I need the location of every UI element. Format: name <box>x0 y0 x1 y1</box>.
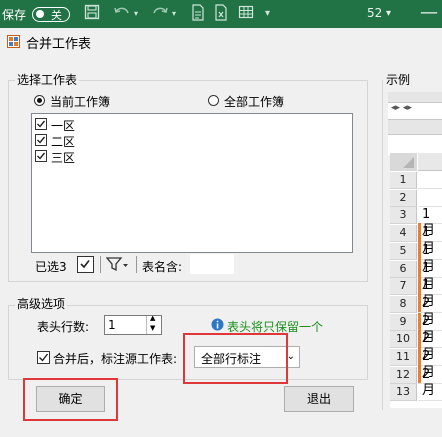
column-header <box>418 153 442 171</box>
checkbox-checked-icon[interactable] <box>35 118 47 130</box>
merge-sheet-icon <box>7 35 20 48</box>
example-label: 示例 <box>386 73 411 87</box>
divider <box>136 256 137 273</box>
group-bracket <box>418 223 421 312</box>
row-header: 12 <box>390 366 417 384</box>
number-dropdown-icon[interactable]: ▾ <box>386 8 391 19</box>
row-header: 2 <box>390 189 417 207</box>
highlight-box <box>23 378 118 421</box>
radio-all-workbooks[interactable] <box>208 95 219 106</box>
autosave-toggle[interactable]: 关 <box>32 7 70 22</box>
toggle-knob <box>36 10 44 18</box>
undo-icon[interactable] <box>112 4 132 24</box>
spin-up-icon[interactable]: ▲ <box>150 314 155 322</box>
mark-source-label: 合并后，标注源工作表: <box>53 352 178 366</box>
column-header-bar <box>388 134 442 155</box>
minimize-icon[interactable]: — <box>420 2 438 23</box>
advanced-options-label: 高级选项 <box>15 295 68 312</box>
example-cell: 1月 <box>418 243 442 274</box>
header-rows-value[interactable]: 1 <box>108 318 116 332</box>
checkbox-checked-icon[interactable] <box>35 150 47 162</box>
spin-down-icon[interactable]: ▼ <box>150 324 155 332</box>
row-header: 5 <box>390 242 417 260</box>
excel-file-icon[interactable] <box>213 4 229 26</box>
select-all-checkbox[interactable] <box>77 256 94 273</box>
table-name-label: 表名含: <box>142 260 183 274</box>
row-header: 3 <box>390 207 417 225</box>
dialog-title: 合并工作表 <box>26 37 92 52</box>
selected-count: 已选3 <box>35 260 67 274</box>
quick-access-dropdown-icon[interactable]: ▾ <box>265 8 270 19</box>
exit-button[interactable]: 退出 <box>284 386 354 412</box>
list-item[interactable]: 二区 <box>35 132 115 149</box>
info-icon <box>211 318 224 331</box>
example-cell: 2月 <box>418 349 442 380</box>
row-header: 9 <box>390 313 417 331</box>
example-cell: 1月 <box>418 261 442 292</box>
filter-icon[interactable] <box>106 256 128 273</box>
group-bracket <box>418 313 421 383</box>
sheet-list[interactable]: 一区 二区 三区 <box>31 113 353 253</box>
row-header: 7 <box>390 278 417 296</box>
example-cell <box>418 384 442 402</box>
example-cell: 1月 <box>418 207 442 238</box>
list-item[interactable]: 三区 <box>35 148 115 165</box>
list-item[interactable]: 一区 <box>35 116 115 133</box>
row-header: 11 <box>390 349 417 366</box>
save-icon[interactable] <box>84 4 100 24</box>
radio-current-workbook[interactable] <box>34 95 45 106</box>
example-cell <box>418 172 442 189</box>
highlight-box <box>183 333 288 384</box>
sheet-nav-icon[interactable]: ◂▸ ◂▸ <box>391 103 412 113</box>
divider <box>100 256 101 273</box>
table-icon[interactable] <box>238 4 254 24</box>
table-name-input[interactable] <box>190 254 234 274</box>
autosave-label: 保存 <box>2 8 27 22</box>
row-header: 1 <box>390 172 417 189</box>
spin-buttons[interactable]: ▲ ▼ <box>146 314 161 334</box>
row-header: 13 <box>390 384 417 402</box>
checkbox-checked-icon[interactable] <box>35 134 47 146</box>
sheet-name: 三区 <box>51 151 76 165</box>
sheet-number: 52 <box>367 6 383 20</box>
radio-dot <box>37 98 42 103</box>
excel-ribbon: 保存 关 ▾ ▾ ▾ 52 ▾ — <box>0 0 442 28</box>
row-header: 10 <box>390 331 417 349</box>
example-grid: 1 2 3 1月 4 1月 5 1月 6 1月 7 1月 8 2月 9 2月 10 2月 11 2月 12 2月 13 <box>390 153 442 408</box>
example-cell: 2月 <box>418 296 442 327</box>
example-cell: 2月 <box>418 331 442 362</box>
example-cell: 2月 <box>418 314 442 345</box>
example-toolbar: ◂▸ ◂▸ <box>388 92 442 155</box>
redo-icon[interactable] <box>150 4 170 24</box>
document-icon[interactable] <box>190 4 206 26</box>
radio-all-label[interactable]: 全部工作簿 <box>224 93 284 110</box>
example-cell <box>418 190 442 207</box>
row-header: 8 <box>390 295 417 313</box>
row-header: 4 <box>390 225 417 243</box>
mark-source-checkbox[interactable] <box>37 351 50 364</box>
row-header: 6 <box>390 260 417 278</box>
example-cell: 1月 <box>418 278 442 309</box>
header-rows-stepper[interactable]: 1 ▲ ▼ <box>104 314 162 335</box>
undo-dropdown-icon[interactable]: ▾ <box>134 9 138 18</box>
toggle-state: 关 <box>51 9 62 22</box>
radio-current-label[interactable]: 当前工作簿 <box>50 93 110 110</box>
select-all-corner <box>390 153 417 171</box>
example-divider <box>382 80 383 410</box>
example-cell: 2月 <box>418 367 442 398</box>
redo-dropdown-icon[interactable]: ▾ <box>172 9 176 18</box>
sheet-nav-bar: ◂▸ ◂▸ <box>388 102 442 120</box>
check-icon <box>39 353 49 362</box>
example-cell: 1月 <box>418 225 442 256</box>
select-sheets-label: 选择工作表 <box>15 71 80 88</box>
check-icon <box>80 260 90 269</box>
header-rows-label: 表头行数: <box>37 320 90 334</box>
